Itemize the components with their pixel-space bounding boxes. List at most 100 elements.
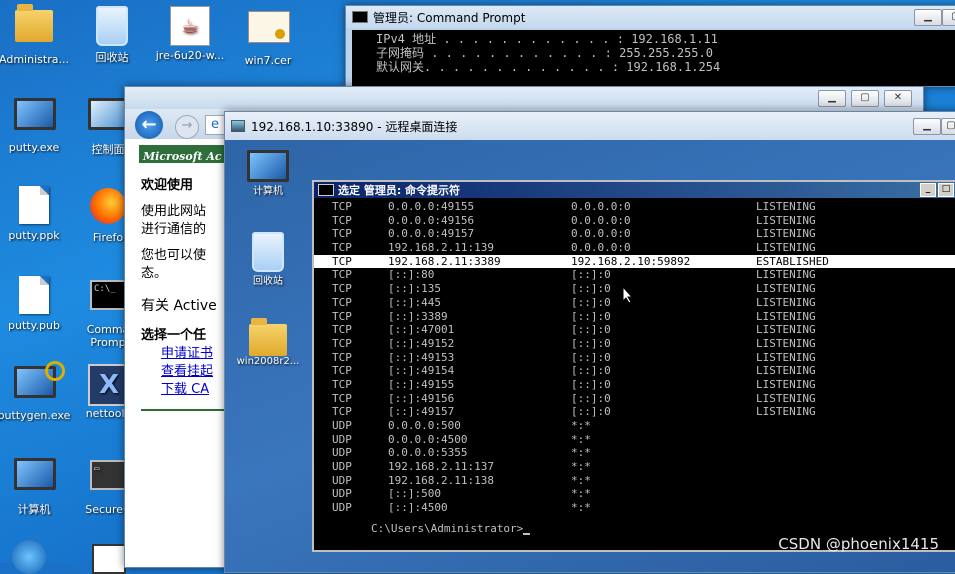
app-desktop-icon[interactable] bbox=[92, 544, 126, 574]
recycle-bin-icon bbox=[96, 6, 128, 46]
netstat-state: LISTENING bbox=[756, 405, 816, 419]
ie-close-button[interactable]: ✕ bbox=[884, 90, 912, 107]
ie-heading: 欢迎使用 bbox=[141, 178, 194, 193]
ie-link-request-cert[interactable]: 申请证书 bbox=[161, 345, 225, 363]
netstat-row: TCP [::]:49152 [::]:0 LISTENING bbox=[314, 337, 955, 351]
remote-cmd-titlebar[interactable]: 选定 管理员: 命令提示符 _ □ bbox=[314, 182, 955, 198]
ie-desktop-icon[interactable] bbox=[12, 540, 46, 574]
desktop-icon-putty-pub[interactable]: putty.pub bbox=[0, 276, 74, 332]
netstat-row: UDP 192.168.2.11:137 *:* bbox=[314, 460, 955, 474]
desktop-icon-putty-ppk[interactable]: putty.ppk bbox=[0, 186, 74, 242]
netstat-foreign-address: *:* bbox=[571, 473, 591, 487]
netstat-proto: TCP bbox=[332, 350, 352, 364]
mouse-pointer-icon bbox=[622, 286, 634, 304]
user-folder-icon bbox=[15, 4, 53, 42]
netstat-foreign-address: [::]:0 bbox=[571, 391, 611, 405]
netstat-state: ESTABLISHED bbox=[756, 254, 829, 268]
remote-cmd-minimize-button[interactable]: _ bbox=[920, 183, 936, 197]
netstat-state: LISTENING bbox=[756, 350, 816, 364]
desktop-icon-puttygen[interactable]: puttygen.exe bbox=[0, 361, 74, 422]
remote-cmd-window[interactable]: 选定 管理员: 命令提示符 _ □ TCP 0.0.0.0:49155 0.0.0.… bbox=[312, 180, 955, 552]
ie-link-download-ca[interactable]: 下载 CA bbox=[161, 381, 225, 399]
netstat-proto: TCP bbox=[332, 364, 352, 378]
cmd-top-line: IPv4 地址 . . . . . . . . . . . . : 192.16… bbox=[376, 32, 718, 46]
rdp-minimize-button[interactable]: ▁ bbox=[913, 118, 941, 135]
rdp-icon-label: win2008r2... bbox=[236, 356, 300, 367]
rdp-title: 192.168.1.10:33890 - 远程桌面连接 bbox=[251, 119, 458, 134]
netstat-local-address: 0.0.0.0:49156 bbox=[388, 213, 475, 227]
firefox-icon bbox=[90, 188, 126, 224]
remote-cmd-prompt-line[interactable]: C:\Users\Administrator> bbox=[318, 509, 531, 548]
back-icon[interactable]: ← bbox=[135, 111, 163, 139]
cmd-top-titlebar[interactable]: 管理员: Command Prompt ▁ ▢ bbox=[346, 6, 955, 28]
desktop-icon-administrator[interactable]: Administra... bbox=[0, 4, 74, 66]
desktop-icon-recycle-bin[interactable]: 回收站 bbox=[72, 6, 152, 65]
rdp-icon-label: 回收站 bbox=[253, 276, 283, 287]
desktop-icon-putty[interactable]: putty.exe bbox=[0, 96, 74, 154]
ie-para1a: 使用此网站 bbox=[141, 204, 207, 219]
netstat-foreign-address: *:* bbox=[571, 446, 591, 460]
netstat-proto: UDP bbox=[332, 446, 352, 460]
netstat-state: LISTENING bbox=[756, 268, 816, 282]
netstat-row: TCP [::]:49155 [::]:0 LISTENING bbox=[314, 378, 955, 392]
rdp-window[interactable]: 192.168.1.10:33890 - 远程桌面连接 ▁ ▢ 计算机 回收站 … bbox=[224, 111, 955, 573]
netstat-state: LISTENING bbox=[756, 213, 816, 227]
rdp-titlebar[interactable]: 192.168.1.10:33890 - 远程桌面连接 ▁ ▢ bbox=[225, 112, 955, 140]
netstat-foreign-address: [::]:0 bbox=[571, 282, 611, 296]
netstat-state: LISTENING bbox=[756, 391, 816, 405]
netstat-row: TCP 192.168.2.11:139 0.0.0.0:0 LISTENING bbox=[314, 241, 955, 255]
netstat-row: TCP [::]:49154 [::]:0 LISTENING bbox=[314, 364, 955, 378]
netstat-state: LISTENING bbox=[756, 323, 816, 337]
netstat-row: TCP [::]:47001 [::]:0 LISTENING bbox=[314, 323, 955, 337]
netstat-foreign-address: *:* bbox=[571, 487, 591, 501]
rdp-maximize-button[interactable]: ▢ bbox=[941, 118, 955, 135]
netstat-state: LISTENING bbox=[756, 364, 816, 378]
cmd-top-minimize-button[interactable]: ▁ bbox=[914, 9, 942, 26]
rdp-icon-computer[interactable]: 计算机 bbox=[231, 148, 305, 197]
netstat-proto: UDP bbox=[332, 432, 352, 446]
desktop-icon-jre[interactable]: ☕ jre-6u20-w... bbox=[150, 6, 230, 62]
cmd-top-maximize-button[interactable]: ▢ bbox=[942, 9, 955, 26]
netstat-row: TCP [::]:80 [::]:0 LISTENING bbox=[314, 268, 955, 282]
netstat-state: LISTENING bbox=[756, 377, 816, 391]
rdp-icon-recycle-bin[interactable]: 回收站 bbox=[231, 232, 305, 287]
file-icon bbox=[19, 186, 49, 224]
cmd-icon bbox=[352, 11, 368, 23]
netstat-local-address: [::]:135 bbox=[388, 282, 441, 296]
cmd-window-top[interactable]: 管理员: Command Prompt ▁ ▢ IPv4 地址 . . . . … bbox=[345, 5, 955, 87]
netstat-proto: TCP bbox=[332, 295, 352, 309]
netstat-local-address: 192.168.2.11:138 bbox=[388, 473, 494, 487]
netstat-foreign-address: [::]:0 bbox=[571, 323, 611, 337]
rdp-icon bbox=[231, 120, 245, 132]
file-icon bbox=[19, 276, 49, 314]
forward-icon[interactable]: → bbox=[175, 115, 199, 139]
netstat-state: LISTENING bbox=[756, 309, 816, 323]
computer-icon bbox=[247, 150, 289, 182]
desktop-icon-computer[interactable]: 计算机 bbox=[0, 456, 74, 517]
netstat-foreign-address: [::]:0 bbox=[571, 336, 611, 350]
netstat-proto: TCP bbox=[332, 200, 352, 213]
netstat-local-address: [::]:445 bbox=[388, 295, 441, 309]
netstat-row: TCP [::]:49153 [::]:0 LISTENING bbox=[314, 351, 955, 365]
netstat-foreign-address: 192.168.2.10:59892 bbox=[571, 254, 691, 268]
desktop-icon-win7-cer[interactable]: win7.cer bbox=[228, 6, 308, 67]
netstat-proto: TCP bbox=[332, 227, 352, 241]
netstat-state: LISTENING bbox=[756, 227, 816, 241]
ie-brand-bar: Microsoft Ac bbox=[139, 145, 229, 163]
ie-maximize-button[interactable]: ▢ bbox=[851, 90, 879, 107]
netstat-row: TCP [::]:3389 [::]:0 LISTENING bbox=[314, 310, 955, 324]
netstat-foreign-address: *:* bbox=[571, 419, 591, 432]
ie-minimize-button[interactable]: ▁ bbox=[818, 90, 846, 107]
netstat-local-address: [::]:49156 bbox=[388, 391, 455, 405]
netstat-proto: TCP bbox=[332, 213, 352, 227]
cmd-top-output: IPv4 地址 . . . . . . . . . . . . : 192.16… bbox=[352, 30, 955, 86]
ie-link-view-pending[interactable]: 查看挂起 bbox=[161, 363, 225, 381]
ie-titlebar[interactable]: ▁ ▢ ✕ bbox=[125, 87, 923, 109]
command-prompt-icon: C:\_ bbox=[90, 280, 126, 310]
remote-cmd-maximize-button[interactable]: □ bbox=[938, 183, 954, 197]
netstat-proto: TCP bbox=[332, 405, 352, 419]
rdp-icon-label: 计算机 bbox=[253, 186, 283, 197]
computer-icon bbox=[14, 458, 56, 490]
rdp-icon-folder[interactable]: win2008r2... bbox=[231, 318, 305, 367]
remote-cmd-output: TCP 0.0.0.0:49155 0.0.0.0:0 LISTENING TCP 0.0… bbox=[314, 198, 955, 550]
